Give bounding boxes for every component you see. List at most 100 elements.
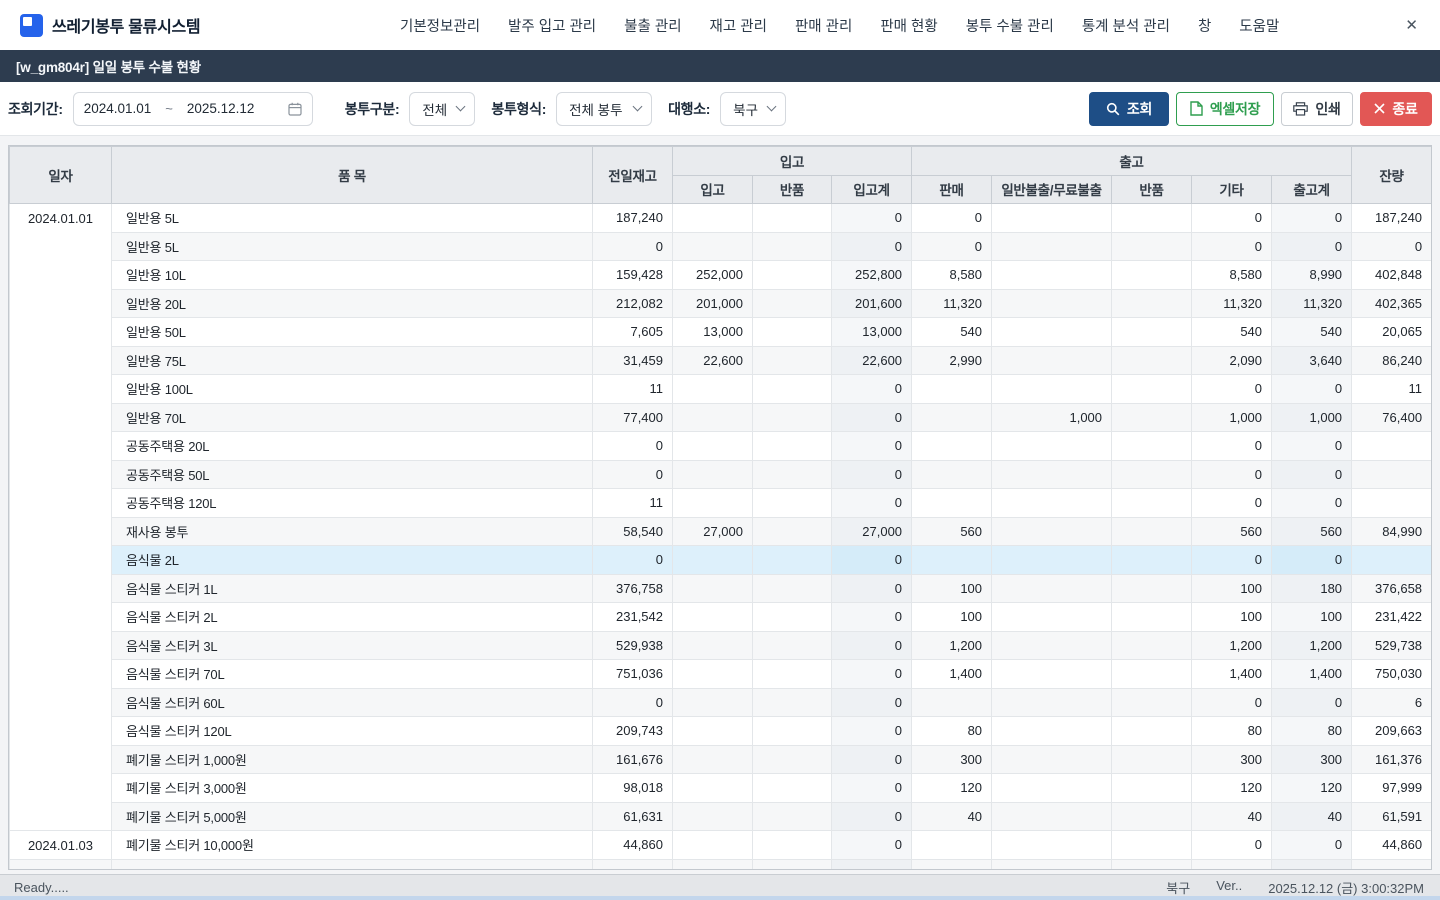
cell-out-return xyxy=(1112,289,1192,318)
cell-in-return xyxy=(753,460,832,489)
cell-etc: 540 xyxy=(1192,318,1272,347)
cell-etc: 0 xyxy=(1192,375,1272,404)
table-row[interactable]: 공동주택용 50L0000 xyxy=(10,460,1432,489)
table-row[interactable]: 일반용 70L77,40001,0001,0001,00076,400 xyxy=(10,403,1432,432)
bag-format-select[interactable]: 전체 봉투 xyxy=(556,92,652,126)
table-row[interactable]: 일반용 20L212,082201,000201,60011,32011,320… xyxy=(10,289,1432,318)
menu-item-5[interactable]: 판매 현황 xyxy=(880,15,937,36)
bag-type-select[interactable]: 전체 xyxy=(409,92,475,126)
cell-etc: 0 xyxy=(1192,489,1272,518)
cell-item xyxy=(112,859,593,870)
cell-out-total: 540 xyxy=(1272,318,1352,347)
cell-prev-stock: 212,082 xyxy=(593,289,673,318)
cell-in-total: 0 xyxy=(832,774,912,803)
table-row[interactable]: 음식물 스티커 70L751,03601,4001,4001,400750,03… xyxy=(10,660,1432,689)
table-row[interactable]: 일반용 50L7,60513,00013,00054054054020,065 xyxy=(10,318,1432,347)
menu-item-1[interactable]: 발주 입고 관리 xyxy=(508,15,596,36)
chevron-down-icon xyxy=(633,102,643,112)
menu-item-6[interactable]: 봉투 수불 관리 xyxy=(966,15,1054,36)
table-row[interactable]: 폐기물 스티커 5,000원61,631040404061,591 xyxy=(10,802,1432,831)
table-row[interactable]: 일반용 5L000000 xyxy=(10,232,1432,261)
calendar-icon[interactable] xyxy=(288,102,302,116)
col-header-item: 품 목 xyxy=(112,147,593,204)
menu-item-3[interactable]: 재고 관리 xyxy=(710,15,767,36)
table-row[interactable]: 음식물 2L0000 xyxy=(10,546,1432,575)
cell-out-total: 180 xyxy=(1272,574,1352,603)
col-header-remain: 잔량 xyxy=(1352,147,1432,204)
cell-remain: 20,065 xyxy=(1352,318,1432,347)
cell-in-return xyxy=(753,432,832,461)
table-row[interactable]: 음식물 스티커 120L209,7430808080209,663 xyxy=(10,717,1432,746)
date-from-value[interactable]: 2024.01.01 xyxy=(84,101,152,116)
cell-in-return xyxy=(753,289,832,318)
chevron-down-icon xyxy=(456,102,466,112)
date-to-value[interactable]: 2025.12.12 xyxy=(187,101,255,116)
menu-item-4[interactable]: 판매 관리 xyxy=(795,15,852,36)
table-row[interactable]: 폐기물 스티커 1,000원161,6760300300300161,376 xyxy=(10,745,1432,774)
excel-save-button[interactable]: 엑셀저장 xyxy=(1176,92,1274,126)
table-row[interactable]: 재사용 봉투58,54027,00027,00056056056084,990 xyxy=(10,517,1432,546)
date-range-input[interactable]: 2024.01.01 ~ 2025.12.12 xyxy=(73,92,313,126)
menu-item-8[interactable]: 창 xyxy=(1198,15,1211,36)
cell-item: 공동주택용 20L xyxy=(112,432,593,461)
cell-etc: 0 xyxy=(1192,688,1272,717)
cell-sale: 100 xyxy=(912,574,992,603)
table-row[interactable]: 2024.01.03폐기물 스티커 10,000원44,86000044,860 xyxy=(10,831,1432,860)
cell-prev-stock: 529,938 xyxy=(593,631,673,660)
table-row[interactable]: 음식물 스티커 3L529,93801,2001,2001,200529,738 xyxy=(10,631,1432,660)
cell-in-total: 0 xyxy=(832,745,912,774)
col-header-out-total: 출고계 xyxy=(1272,175,1352,204)
cell-out-total: 0 xyxy=(1272,546,1352,575)
cell-general-free-out xyxy=(992,489,1112,518)
cell-item: 일반용 75L xyxy=(112,346,593,375)
table-row[interactable]: 일반용 75L31,45922,60022,6002,9902,0903,640… xyxy=(10,346,1432,375)
cell-sale xyxy=(912,432,992,461)
cell-item: 폐기물 스티커 3,000원 xyxy=(112,774,593,803)
cell-etc: 0 xyxy=(1192,831,1272,860)
cell-in-return xyxy=(753,375,832,404)
cell-sale: 100 xyxy=(912,603,992,632)
cell-in-return xyxy=(753,517,832,546)
window-close-icon[interactable]: ✕ xyxy=(1405,0,1418,50)
cell-out-return xyxy=(1112,232,1192,261)
cell-item: 음식물 스티커 60L xyxy=(112,688,593,717)
cell-in-return xyxy=(753,403,832,432)
table-row[interactable] xyxy=(10,859,1432,870)
status-version: Ver.. xyxy=(1216,878,1242,897)
bag-format-label: 봉투형식: xyxy=(491,99,546,119)
cell-remain: 529,738 xyxy=(1352,631,1432,660)
search-button[interactable]: 조회 xyxy=(1089,92,1169,126)
menu-item-9[interactable]: 도움말 xyxy=(1239,15,1279,36)
table-row[interactable]: 음식물 스티커 2L231,5420100100100231,422 xyxy=(10,603,1432,632)
cell-remain xyxy=(1352,432,1432,461)
cell-general-free-out xyxy=(992,204,1112,233)
cell-remain: 750,030 xyxy=(1352,660,1432,689)
table-row[interactable]: 공동주택용 20L0000 xyxy=(10,432,1432,461)
cell-etc: 1,400 xyxy=(1192,660,1272,689)
menu-item-7[interactable]: 통계 분석 관리 xyxy=(1082,15,1170,36)
grid-body: 2024.01.01일반용 5L187,2400000187,240일반용 5L… xyxy=(10,204,1432,871)
cell-out-total: 80 xyxy=(1272,717,1352,746)
cell-out-total: 0 xyxy=(1272,831,1352,860)
menu-item-2[interactable]: 불출 관리 xyxy=(624,15,681,36)
cell-item: 음식물 스티커 70L xyxy=(112,660,593,689)
table-row[interactable]: 2024.01.01일반용 5L187,2400000187,240 xyxy=(10,204,1432,233)
table-row[interactable]: 폐기물 스티커 3,000원98,018012012012097,999 xyxy=(10,774,1432,803)
menu-item-0[interactable]: 기본정보관리 xyxy=(400,15,480,36)
table-row[interactable]: 음식물 스티커 1L376,7580100100180376,658 xyxy=(10,574,1432,603)
print-button[interactable]: 인쇄 xyxy=(1281,92,1353,126)
cell-out-total: 0 xyxy=(1272,232,1352,261)
agency-select[interactable]: 북구 xyxy=(720,92,786,126)
cell-out-return xyxy=(1112,745,1192,774)
table-row[interactable]: 음식물 스티커 60L00006 xyxy=(10,688,1432,717)
table-row[interactable]: 일반용 100L1100011 xyxy=(10,375,1432,404)
close-button[interactable]: 종료 xyxy=(1360,92,1432,126)
table-row[interactable]: 공동주택용 120L11000 xyxy=(10,489,1432,518)
cell-sale xyxy=(912,489,992,518)
cell-in xyxy=(673,546,753,575)
table-row[interactable]: 일반용 10L159,428252,000252,8008,5808,5808,… xyxy=(10,261,1432,290)
cell-sale xyxy=(912,546,992,575)
cell-remain xyxy=(1352,460,1432,489)
cell-in xyxy=(673,688,753,717)
cell-sale: 0 xyxy=(912,204,992,233)
